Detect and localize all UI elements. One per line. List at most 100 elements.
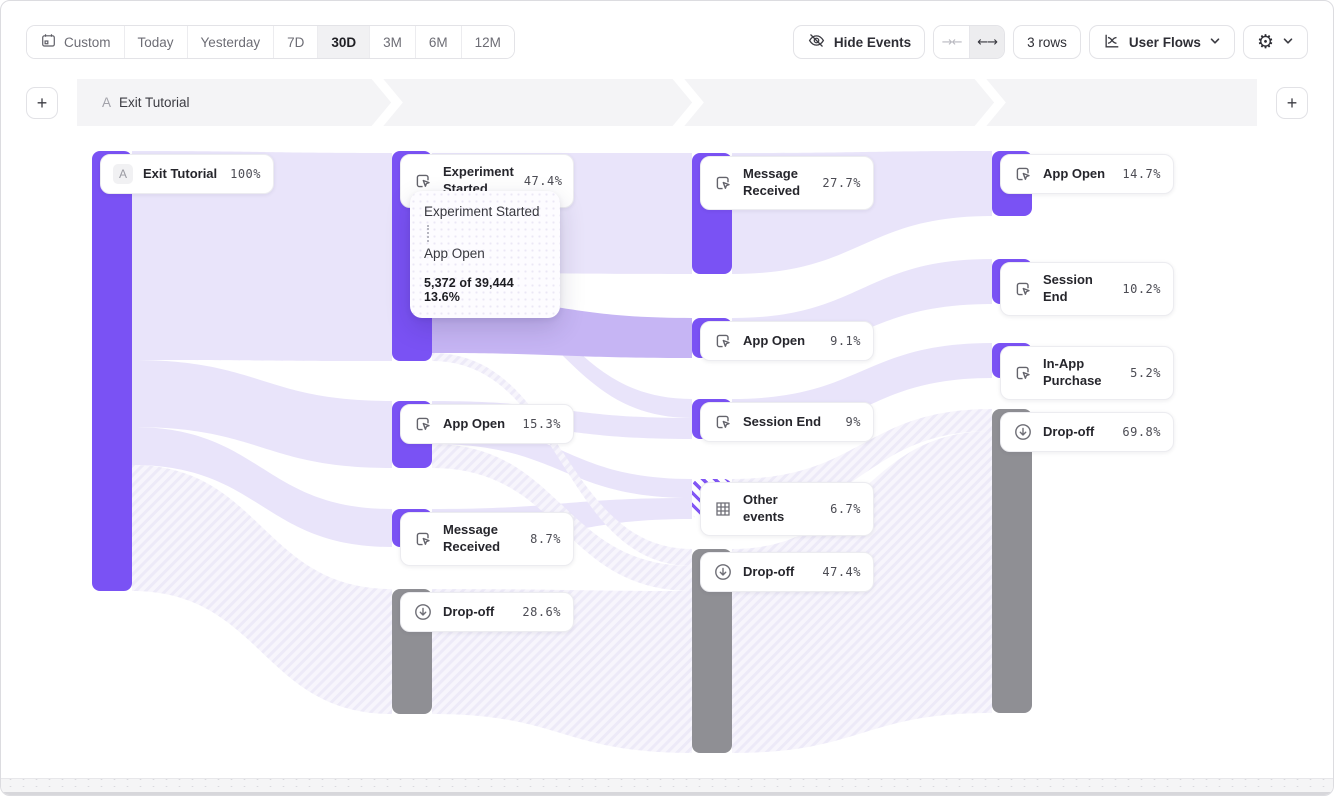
- flow-card-message-received-col2[interactable]: Message Received8.7%: [400, 512, 574, 566]
- user-flows-page: Custom Today Yesterday 7D 30D 3M 6M 12M Hide Ev…: [0, 0, 1334, 796]
- date-range-30d[interactable]: 30D: [317, 26, 369, 58]
- flow-node-percent: 28.6%: [522, 605, 561, 619]
- event-click-icon: [713, 173, 733, 193]
- steps-row: + A Exit Tutorial +: [1, 79, 1333, 126]
- steps-band[interactable]: A Exit Tutorial: [77, 79, 1257, 126]
- flow-card-session-end-col4[interactable]: Session End10.2%: [1000, 262, 1174, 316]
- hide-events-button[interactable]: Hide Events: [793, 25, 925, 59]
- flow-tooltip: Experiment Started App Open 5,372 of 39,…: [410, 191, 560, 318]
- rows-label: 3 rows: [1027, 35, 1067, 50]
- date-range-12m[interactable]: 12M: [461, 26, 514, 58]
- settings-button[interactable]: ⚙: [1243, 25, 1308, 59]
- flow-node-percent: 27.7%: [822, 176, 861, 190]
- flow-node-percent: 6.7%: [830, 502, 861, 516]
- flow-node-label: Exit Tutorial: [143, 166, 220, 183]
- flow-node-label: Drop-off: [443, 604, 512, 621]
- date-range-7d[interactable]: 7D: [273, 26, 317, 58]
- flow-card-message-received-col3[interactable]: Message Received 27.7%: [700, 156, 874, 210]
- chevron-down-icon: [1282, 35, 1294, 50]
- tooltip-target-event: App Open: [424, 246, 546, 263]
- step-label: A Exit Tutorial: [102, 79, 190, 126]
- flow-node-label: In-App Purchase: [1043, 356, 1120, 390]
- flow-card-drop-off-col2[interactable]: Drop-off 28.6%: [400, 592, 574, 632]
- date-range-3m[interactable]: 3M: [369, 26, 415, 58]
- flow-node-label: Other events: [743, 492, 820, 526]
- toolbar: Custom Today Yesterday 7D 30D 3M 6M 12M Hide Ev…: [1, 1, 1333, 59]
- flow-card-drop-off-col4[interactable]: Drop-off 69.8%: [1000, 412, 1174, 452]
- flow-node-label: Message Received: [743, 166, 812, 200]
- sankey-canvas: AExit Tutorial100%Experiment Started47.4…: [1, 131, 1333, 781]
- event-click-icon: [1013, 363, 1033, 383]
- user-flows-chart-icon: [1103, 32, 1121, 53]
- date-range-label: 30D: [331, 35, 356, 50]
- flow-card-exit-tutorial-col1[interactable]: AExit Tutorial100%: [100, 154, 274, 194]
- drop-off-arrow-icon: [413, 602, 433, 622]
- date-range-yesterday[interactable]: Yesterday: [187, 26, 274, 58]
- gear-icon: ⚙: [1257, 33, 1274, 52]
- flow-node-label: Drop-off: [743, 564, 812, 581]
- event-click-icon: [1013, 164, 1033, 184]
- date-range-label: Today: [138, 35, 174, 50]
- add-step-right-button[interactable]: +: [1276, 87, 1308, 119]
- rows-button[interactable]: 3 rows: [1013, 25, 1081, 59]
- footer-scrollbar-strip[interactable]: [1, 778, 1333, 795]
- tooltip-stat: 5,372 of 39,444 13.6%: [424, 276, 546, 304]
- grid-icon: [713, 499, 733, 519]
- chevron-down-icon: [1209, 35, 1221, 50]
- collapse-arrows-icon: →←: [942, 35, 962, 50]
- hide-events-label: Hide Events: [834, 35, 911, 50]
- flow-card-app-open-col3[interactable]: App Open9.1%: [700, 321, 874, 361]
- add-step-left-button[interactable]: +: [26, 87, 58, 119]
- date-range-selector: Custom Today Yesterday 7D 30D 3M 6M 12M: [26, 25, 515, 59]
- sankey-ribbons: [1, 131, 1334, 781]
- flow-node-label: Message Received: [443, 522, 520, 556]
- flow-node-label: App Open: [443, 416, 512, 433]
- step-letter-badge: A: [113, 164, 133, 184]
- view-selector-label: User Flows: [1129, 35, 1201, 50]
- flow-card-in-app-purchase-col4[interactable]: In-App Purchase5.2%: [1000, 346, 1174, 400]
- date-range-today[interactable]: Today: [124, 26, 187, 58]
- flow-card-drop-off-col3[interactable]: Drop-off 47.4%: [700, 552, 874, 592]
- event-click-icon: [713, 331, 733, 351]
- drop-off-arrow-icon: [1013, 422, 1033, 442]
- flow-node-percent: 47.4%: [524, 174, 563, 188]
- flow-node-percent: 15.3%: [522, 417, 561, 431]
- step-separators: [77, 79, 1257, 126]
- view-selector-button[interactable]: User Flows: [1089, 25, 1235, 59]
- toolbar-right: Hide Events →← ←→ 3 rows: [793, 25, 1308, 59]
- flow-card-app-open-col2[interactable]: App Open 15.3%: [400, 404, 574, 444]
- eye-off-icon: [807, 31, 826, 53]
- tooltip-connector: [427, 225, 429, 242]
- flow-node-label: Drop-off: [1043, 424, 1112, 441]
- flow-node-label: App Open: [1043, 166, 1112, 183]
- date-range-custom[interactable]: Custom: [27, 26, 124, 58]
- event-click-icon: [413, 171, 433, 191]
- drop-off-arrow-icon: [713, 562, 733, 582]
- flow-card-app-open-col4[interactable]: App Open 14.7%: [1000, 154, 1174, 194]
- flow-card-other-events-col3[interactable]: Other events 6.7%: [700, 482, 874, 536]
- flow-node-percent: 14.7%: [1122, 167, 1161, 181]
- flow-bar-exit-tutorial-col1[interactable]: [92, 151, 132, 591]
- flow-bar-drop-off-col4[interactable]: [992, 409, 1032, 713]
- date-range-label: Custom: [64, 35, 111, 50]
- flow-node-percent: 10.2%: [1122, 282, 1161, 296]
- date-range-label: 12M: [475, 35, 501, 50]
- expand-arrows-icon: ←→: [977, 35, 997, 50]
- date-range-label: 7D: [287, 35, 304, 50]
- event-click-icon: [413, 414, 433, 434]
- event-click-icon: [1013, 279, 1033, 299]
- collapse-columns-button[interactable]: →←: [934, 26, 969, 58]
- flow-node-percent: 47.4%: [822, 565, 861, 579]
- expand-columns-button[interactable]: ←→: [969, 26, 1004, 58]
- date-range-6m[interactable]: 6M: [415, 26, 461, 58]
- flow-node-percent: 69.8%: [1122, 425, 1161, 439]
- flow-node-percent: 9.1%: [830, 334, 861, 348]
- date-range-label: 6M: [429, 35, 448, 50]
- event-click-icon: [413, 529, 433, 549]
- date-range-label: 3M: [383, 35, 402, 50]
- flow-node-label: Session End: [743, 414, 836, 431]
- calendar-icon: [40, 32, 57, 52]
- flow-card-session-end-col3[interactable]: Session End 9%: [700, 402, 874, 442]
- flow-node-percent: 9%: [846, 415, 861, 429]
- step-name: Exit Tutorial: [119, 95, 190, 110]
